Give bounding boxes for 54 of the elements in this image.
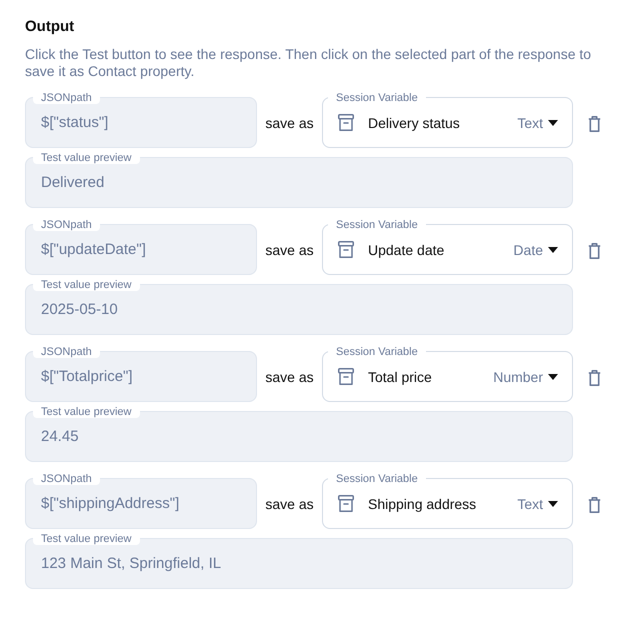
session-variable-select[interactable]: Session Variable Update date Date (322, 219, 573, 275)
field-label: JSONpath (33, 219, 100, 231)
jsonpath-field[interactable]: JSONpath $["updateDate"] (25, 219, 257, 275)
section-title: Output (25, 18, 76, 36)
field-label: Session Variable (328, 346, 426, 358)
field-label: Test value preview (33, 406, 140, 418)
trash-icon (588, 370, 601, 386)
trash-icon (588, 243, 601, 259)
trash-icon (588, 116, 601, 132)
session-variable-select[interactable]: Session Variable Total price Number (322, 346, 573, 402)
field-label: Session Variable (328, 92, 426, 104)
session-variable-select[interactable]: Session Variable Shipping address Text (322, 473, 573, 529)
type-dropdown[interactable]: Text (517, 114, 558, 130)
variable-name: Update date (368, 242, 444, 258)
field-label: JSONpath (33, 346, 100, 358)
delete-button[interactable] (586, 496, 603, 514)
test-value-preview-field[interactable]: Test value preview 24.45 (25, 406, 573, 462)
archive-box-icon (338, 495, 354, 512)
save-as-label: save as (264, 240, 315, 260)
section-description: Click the Test button to see the response. Then click on the selected part of the response to save it as Contact property. (25, 46, 592, 80)
field-label: JSONpath (33, 92, 100, 104)
archive-box-icon (338, 368, 354, 385)
type-dropdown[interactable]: Text (517, 496, 558, 512)
field-label: Session Variable (328, 473, 426, 485)
save-as-label: save as (264, 114, 315, 132)
variable-name: Delivery status (368, 114, 460, 130)
field-label: Test value preview (33, 279, 140, 291)
caret-icon (548, 246, 558, 252)
caret-icon (548, 374, 558, 380)
test-value-preview-field[interactable]: Test value preview Delivered (25, 152, 573, 208)
jsonpath-field[interactable]: JSONpath $["shippingAddress"] (25, 473, 257, 529)
archive-box-icon (338, 114, 354, 131)
test-value-preview-field[interactable]: Test value preview 123 Main St, Springfield, IL (25, 533, 573, 589)
session-variable-select[interactable]: Session Variable Delivery status Text (322, 92, 573, 148)
field-label: Test value preview (33, 152, 140, 164)
delete-button[interactable] (586, 242, 603, 260)
save-as-label: save as (264, 494, 315, 514)
archive-box-icon (338, 241, 354, 258)
save-as-label: save as (264, 368, 315, 386)
caret-icon (548, 500, 558, 506)
jsonpath-field[interactable]: JSONpath $["Totalprice"] (25, 346, 257, 402)
type-dropdown[interactable]: Date (513, 242, 558, 258)
caret-icon (548, 120, 558, 126)
delete-button[interactable] (586, 115, 603, 133)
field-label: Test value preview (33, 533, 140, 545)
type-dropdown[interactable]: Number (493, 368, 558, 384)
variable-name: Shipping address (368, 496, 476, 512)
trash-icon (588, 497, 601, 513)
delete-button[interactable] (586, 369, 603, 387)
field-label: Session Variable (328, 219, 426, 231)
field-label: JSONpath (33, 473, 100, 485)
test-value-preview-field[interactable]: Test value preview 2025-05-10 (25, 279, 573, 335)
variable-name: Total price (368, 368, 432, 384)
jsonpath-field[interactable]: JSONpath $["status"] (25, 92, 257, 148)
